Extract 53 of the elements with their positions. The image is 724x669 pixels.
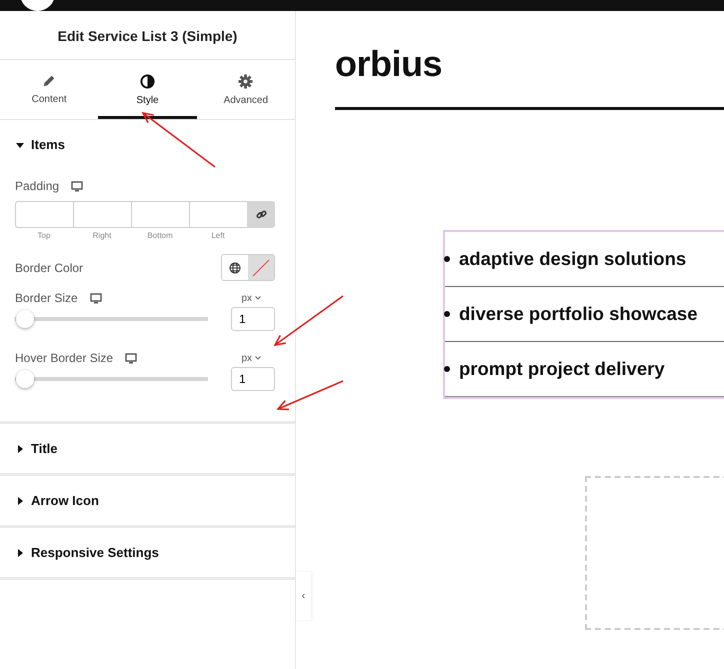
link-icon: [256, 209, 266, 220]
globe-icon: [229, 262, 241, 274]
annotation-arrow: [276, 380, 344, 410]
slider-thumb[interactable]: [16, 370, 34, 388]
annotation-arrow: [274, 295, 344, 346]
caret-icon: [16, 548, 24, 556]
section-header[interactable]: Responsive Settings: [0, 528, 295, 577]
bullet-icon: [444, 256, 450, 262]
side-label: Bottom: [146, 231, 174, 240]
panel-title: Edit Service List 3 (Simple): [0, 11, 295, 60]
pencil-icon: [42, 74, 56, 88]
chevron-down-icon: [255, 296, 261, 300]
chevron-down-icon: [255, 356, 261, 360]
field-label: Border Size: [15, 291, 78, 305]
page-heading: orbius: [335, 43, 442, 85]
no-color-icon: [252, 258, 270, 276]
padding-input[interactable]: [189, 201, 247, 228]
desktop-icon: [125, 352, 138, 364]
desktop-icon: [90, 292, 102, 304]
section-header[interactable]: Title: [0, 424, 295, 473]
padding-input[interactable]: [15, 201, 73, 228]
field-label: Hover Border Size: [15, 351, 114, 365]
tab[interactable]: Advanced: [196, 60, 295, 119]
side-label: Left: [210, 231, 226, 240]
unit-select[interactable]: px: [235, 292, 267, 304]
number-input[interactable]: 1: [231, 367, 275, 391]
field-label: Border Color: [15, 260, 84, 274]
caret-icon: [16, 140, 24, 148]
side-label: Top: [36, 231, 52, 240]
color-swatch[interactable]: [248, 255, 274, 280]
list-item: diverse portfolio showcase: [459, 303, 698, 325]
unit-select[interactable]: px: [235, 352, 267, 364]
bullet-icon: [444, 366, 450, 372]
link-button[interactable]: [247, 201, 275, 228]
bullet-icon: [444, 311, 450, 317]
slider-thumb[interactable]: [16, 310, 34, 328]
list-item: prompt project delivery: [459, 358, 665, 380]
padding-input[interactable]: [73, 201, 131, 228]
list-item: adaptive design solutions: [459, 248, 686, 270]
collapse-button[interactable]: ‹: [296, 572, 311, 620]
gear-icon: [238, 74, 254, 89]
section-header[interactable]: Arrow Icon: [0, 476, 295, 525]
number-input[interactable]: 1: [231, 307, 275, 331]
field-label: Padding: [15, 179, 60, 193]
contrast-icon: [140, 74, 155, 89]
section-header[interactable]: Items: [0, 120, 295, 169]
padding-input[interactable]: [131, 201, 189, 228]
tab[interactable]: Content: [0, 60, 98, 119]
side-label: Right: [92, 231, 112, 240]
desktop-icon: [71, 180, 84, 192]
tab[interactable]: Style: [98, 60, 197, 119]
caret-icon: [16, 444, 24, 452]
caret-icon: [16, 496, 24, 504]
